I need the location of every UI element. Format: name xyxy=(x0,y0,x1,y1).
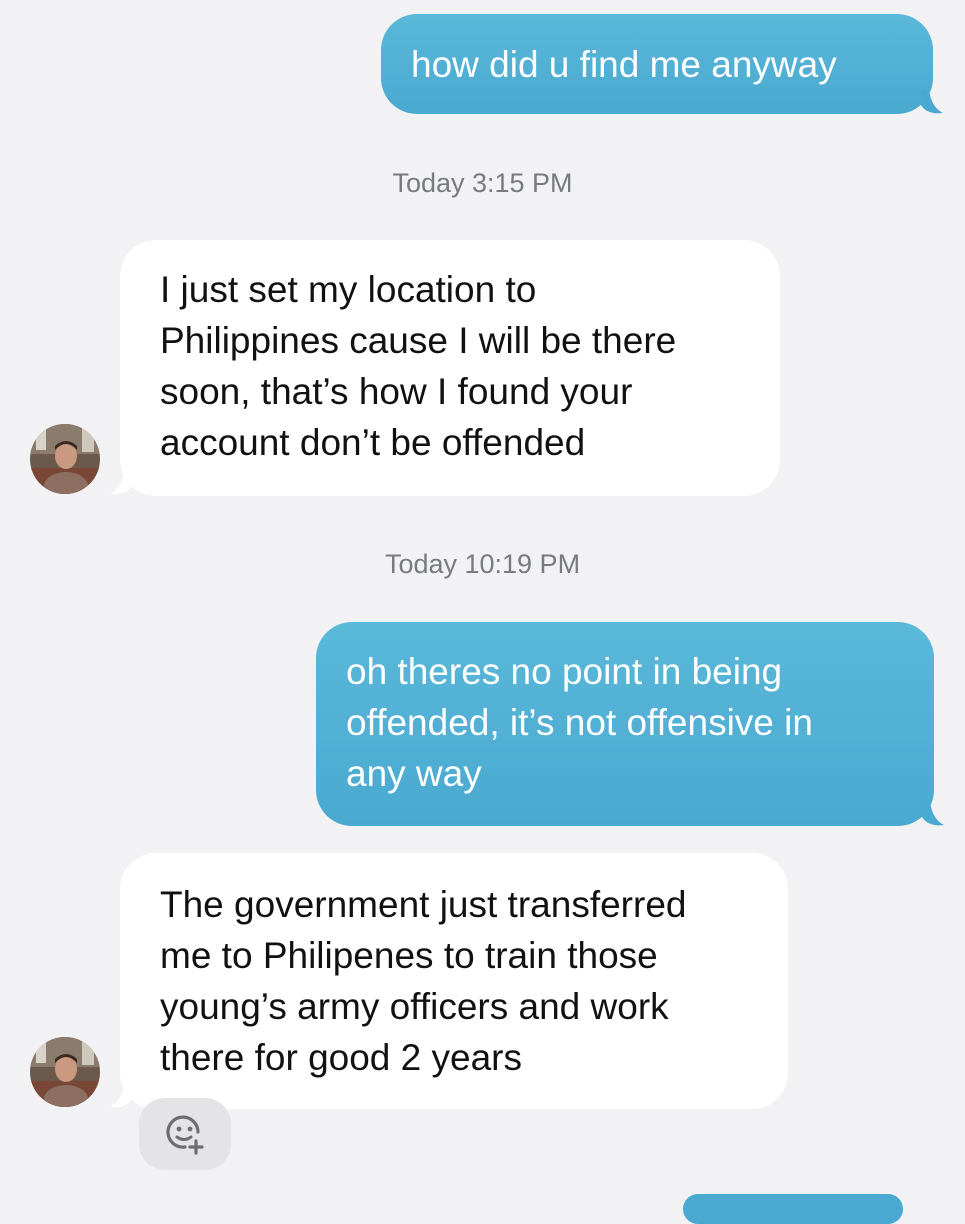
sent-message-bubble-partial[interactable] xyxy=(683,1194,903,1224)
bubble-tail-icon xyxy=(922,801,944,826)
received-message-line: me to Philipenes to train those xyxy=(160,935,658,976)
received-message-line: Philippines cause I will be there xyxy=(160,320,677,361)
received-message-bubble[interactable]: I just set my location to Philippines ca… xyxy=(120,240,780,496)
received-message-line: there for good 2 years xyxy=(160,1037,522,1078)
sent-message-bubble[interactable]: oh theres no point in being offended, it… xyxy=(316,622,934,826)
add-reaction-button[interactable] xyxy=(139,1098,231,1170)
avatar[interactable] xyxy=(30,1037,100,1107)
avatar-photo xyxy=(30,424,100,494)
bubble-tail-icon xyxy=(110,1083,132,1108)
sent-message-line: any way xyxy=(346,753,482,794)
received-message-line: I just set my location to xyxy=(160,269,537,310)
add-reaction-icon xyxy=(166,1115,204,1155)
sent-message-line: oh theres no point in being xyxy=(346,651,783,692)
received-message-bubble[interactable]: The government just transferred me to Ph… xyxy=(120,853,788,1109)
received-message-line: soon, that’s how I found your xyxy=(160,371,633,412)
sent-message-line: offended, it’s not offensive in xyxy=(346,702,813,743)
bubble-tail-icon xyxy=(110,470,132,495)
avatar-photo xyxy=(30,1037,100,1107)
bubble-tail-icon xyxy=(921,89,943,114)
avatar[interactable] xyxy=(30,424,100,494)
timestamp: Today 10:19 PM xyxy=(384,549,581,579)
sent-message-text: how did u find me anyway xyxy=(411,44,837,85)
received-message-line: young’s army officers and work xyxy=(160,986,669,1027)
received-message-line: account don’t be offended xyxy=(160,422,586,463)
received-message-line: The government just transferred xyxy=(160,884,687,925)
timestamp: Today 3:15 PM xyxy=(392,168,573,198)
sent-message-bubble[interactable]: how did u find me anyway xyxy=(381,14,933,114)
